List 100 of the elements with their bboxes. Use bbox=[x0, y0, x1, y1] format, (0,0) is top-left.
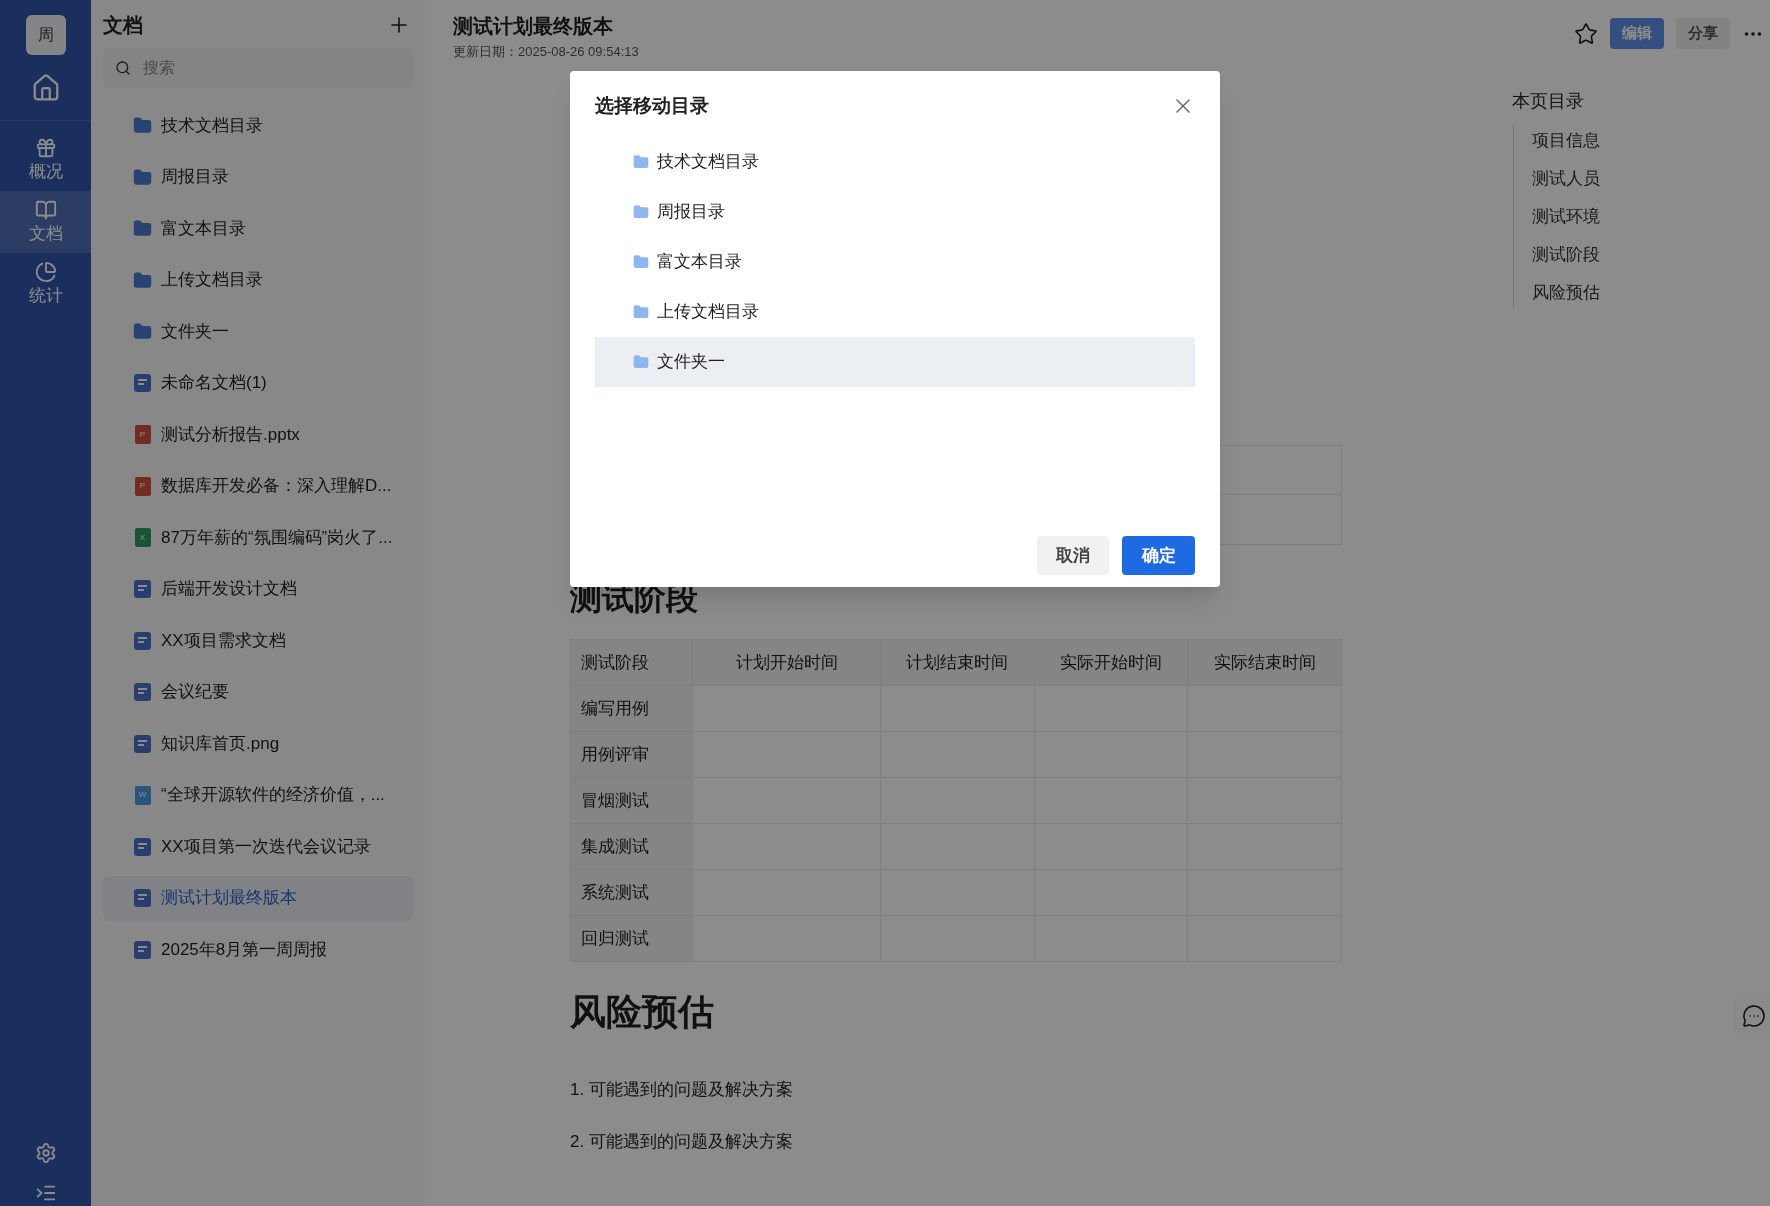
sidebar-item[interactable]: 文件夹一 bbox=[103, 309, 413, 354]
file-icon: X bbox=[134, 528, 151, 547]
folder-option[interactable]: 富文本目录 bbox=[595, 237, 1195, 287]
list-item: 2. 可能遇到的问题及解决方案 bbox=[570, 1131, 794, 1153]
item-label: 技术文档目录 bbox=[161, 114, 263, 137]
sidebar-item[interactable]: 富文本目录 bbox=[103, 206, 413, 251]
confirm-button[interactable]: 确定 bbox=[1122, 536, 1195, 575]
item-label: XX项目需求文档 bbox=[161, 629, 286, 652]
sidebar-item[interactable]: 知识库首页.png bbox=[103, 721, 413, 766]
share-button[interactable]: 分享 bbox=[1676, 18, 1730, 49]
document-icon bbox=[134, 940, 151, 959]
folder-label: 周报目录 bbox=[657, 201, 725, 224]
column-header: 计划开始时间 bbox=[692, 639, 881, 686]
item-label: 富文本目录 bbox=[161, 217, 246, 240]
sidebar-item[interactable]: XX项目需求文档 bbox=[103, 618, 413, 663]
dialog-title: 选择移动目录 bbox=[595, 93, 709, 118]
sidebar-item[interactable]: 技术文档目录 bbox=[103, 103, 413, 148]
toc-link[interactable]: 测试人员 bbox=[1532, 167, 1770, 191]
item-label: 文件夹一 bbox=[161, 320, 229, 343]
sidebar-item[interactable]: 周报目录 bbox=[103, 154, 413, 200]
toc-link[interactable]: 项目信息 bbox=[1532, 129, 1770, 153]
toc-link[interactable]: 测试环境 bbox=[1532, 205, 1770, 229]
item-label: 后端开发设计文档 bbox=[161, 578, 297, 601]
sidebar-item[interactable]: 会议纪要 bbox=[103, 669, 413, 715]
sidebar-item[interactable]: P 测试分析报告.pptx bbox=[103, 412, 413, 457]
book-icon bbox=[34, 199, 57, 221]
column-header: 测试阶段 bbox=[570, 639, 693, 686]
document-icon bbox=[134, 837, 151, 856]
toc-title: 本页目录 bbox=[1512, 90, 1585, 113]
nav-item[interactable]: 文档 bbox=[0, 191, 91, 253]
item-label: 知识库首页.png bbox=[161, 732, 280, 755]
folder-icon bbox=[133, 322, 152, 341]
sidebar-item[interactable]: XX项目第一次迭代会议记录 bbox=[103, 824, 413, 869]
item-label: “全球开源软件的经济价值，... bbox=[161, 784, 385, 807]
sidebar-item[interactable]: X 87万年薪的“氛围编码”岗火了... bbox=[103, 515, 413, 560]
pie-chart-icon bbox=[34, 261, 57, 283]
sidebar-item[interactable]: 未命名文档(1) bbox=[103, 360, 413, 406]
avatar[interactable]: 周 bbox=[25, 15, 66, 55]
folder-label: 富文本目录 bbox=[657, 251, 742, 274]
star-icon[interactable] bbox=[1574, 21, 1598, 46]
folder-icon bbox=[133, 219, 152, 238]
folder-option[interactable]: 文件夹一 bbox=[595, 337, 1195, 387]
folder-icon bbox=[133, 116, 152, 135]
table-cell: 集成测试 bbox=[570, 823, 693, 870]
document-icon bbox=[134, 374, 151, 392]
item-label: 测试计划最终版本 bbox=[161, 887, 297, 910]
sidebar-item[interactable]: 上传文档目录 bbox=[103, 257, 413, 303]
sidebar-item[interactable]: W “全球开源软件的经济价值，... bbox=[103, 772, 413, 818]
folder-option[interactable]: 周报目录 bbox=[595, 187, 1195, 237]
table-cell: 编写用例 bbox=[570, 685, 693, 732]
toc-link[interactable]: 风险预估 bbox=[1532, 281, 1770, 305]
column-header: 实际结束时间 bbox=[1187, 639, 1342, 686]
sidebar-item[interactable]: 后端开发设计文档 bbox=[103, 566, 413, 612]
sidebar-item[interactable]: 测试计划最终版本 bbox=[103, 875, 413, 921]
column-header: 实际开始时间 bbox=[1034, 639, 1188, 686]
toc-link[interactable]: 测试阶段 bbox=[1532, 243, 1770, 267]
list-item: 1. 可能遇到的问题及解决方案 bbox=[570, 1079, 794, 1101]
item-label: 测试分析报告.pptx bbox=[161, 423, 300, 446]
document-title: 测试计划最终版本 bbox=[453, 14, 614, 39]
column-header: 计划结束时间 bbox=[880, 639, 1035, 686]
item-label: 2025年8月第一周周报 bbox=[161, 938, 328, 961]
folder-icon bbox=[633, 154, 649, 170]
settings-icon[interactable] bbox=[34, 1142, 57, 1164]
updated-date: 更新日期：2025-08-26 09:54:13 bbox=[453, 43, 639, 61]
item-label: 周报目录 bbox=[161, 166, 229, 189]
document-icon bbox=[134, 580, 151, 598]
item-label: 会议纪要 bbox=[161, 681, 229, 704]
folder-option[interactable]: 技术文档目录 bbox=[595, 137, 1195, 187]
folder-icon bbox=[133, 167, 152, 187]
folder-label: 技术文档目录 bbox=[657, 151, 759, 174]
item-label: XX项目第一次迭代会议记录 bbox=[161, 835, 371, 858]
search-icon bbox=[115, 60, 131, 76]
section-heading: 风险预估 bbox=[570, 990, 715, 1034]
document-icon bbox=[134, 631, 151, 650]
table-cell: 用例评审 bbox=[570, 731, 693, 778]
table-cell: 冒烟测试 bbox=[570, 777, 693, 824]
folder-icon bbox=[633, 204, 649, 220]
folder-icon bbox=[633, 304, 649, 320]
folder-label: 上传文档目录 bbox=[657, 301, 759, 324]
folder-label: 文件夹一 bbox=[657, 351, 725, 374]
nav-item[interactable]: 统计 bbox=[0, 253, 91, 315]
item-label: 数据库开发必备：深入理解D... bbox=[161, 475, 392, 498]
table-cell: 系统测试 bbox=[570, 869, 693, 916]
file-icon: W bbox=[134, 785, 151, 805]
item-label: 上传文档目录 bbox=[161, 269, 263, 292]
nav-item[interactable]: 概况 bbox=[0, 129, 91, 191]
item-label: 未命名文档(1) bbox=[161, 372, 267, 395]
folder-icon bbox=[633, 254, 649, 270]
search-field[interactable]: 搜索 bbox=[103, 48, 413, 88]
cancel-button[interactable]: 取消 bbox=[1037, 536, 1109, 575]
folder-icon bbox=[633, 354, 649, 370]
sidebar-item[interactable]: P 数据库开发必备：深入理解D... bbox=[103, 463, 413, 509]
comment-icon bbox=[1742, 1004, 1766, 1028]
table-cell: 回归测试 bbox=[570, 915, 693, 962]
file-icon: P bbox=[134, 425, 151, 444]
folder-icon bbox=[133, 270, 152, 290]
sidebar-item[interactable]: 2025年8月第一周周报 bbox=[103, 927, 413, 972]
document-icon bbox=[134, 683, 151, 701]
folder-option[interactable]: 上传文档目录 bbox=[595, 287, 1195, 337]
item-label: 87万年薪的“氛围编码”岗火了... bbox=[161, 526, 393, 549]
